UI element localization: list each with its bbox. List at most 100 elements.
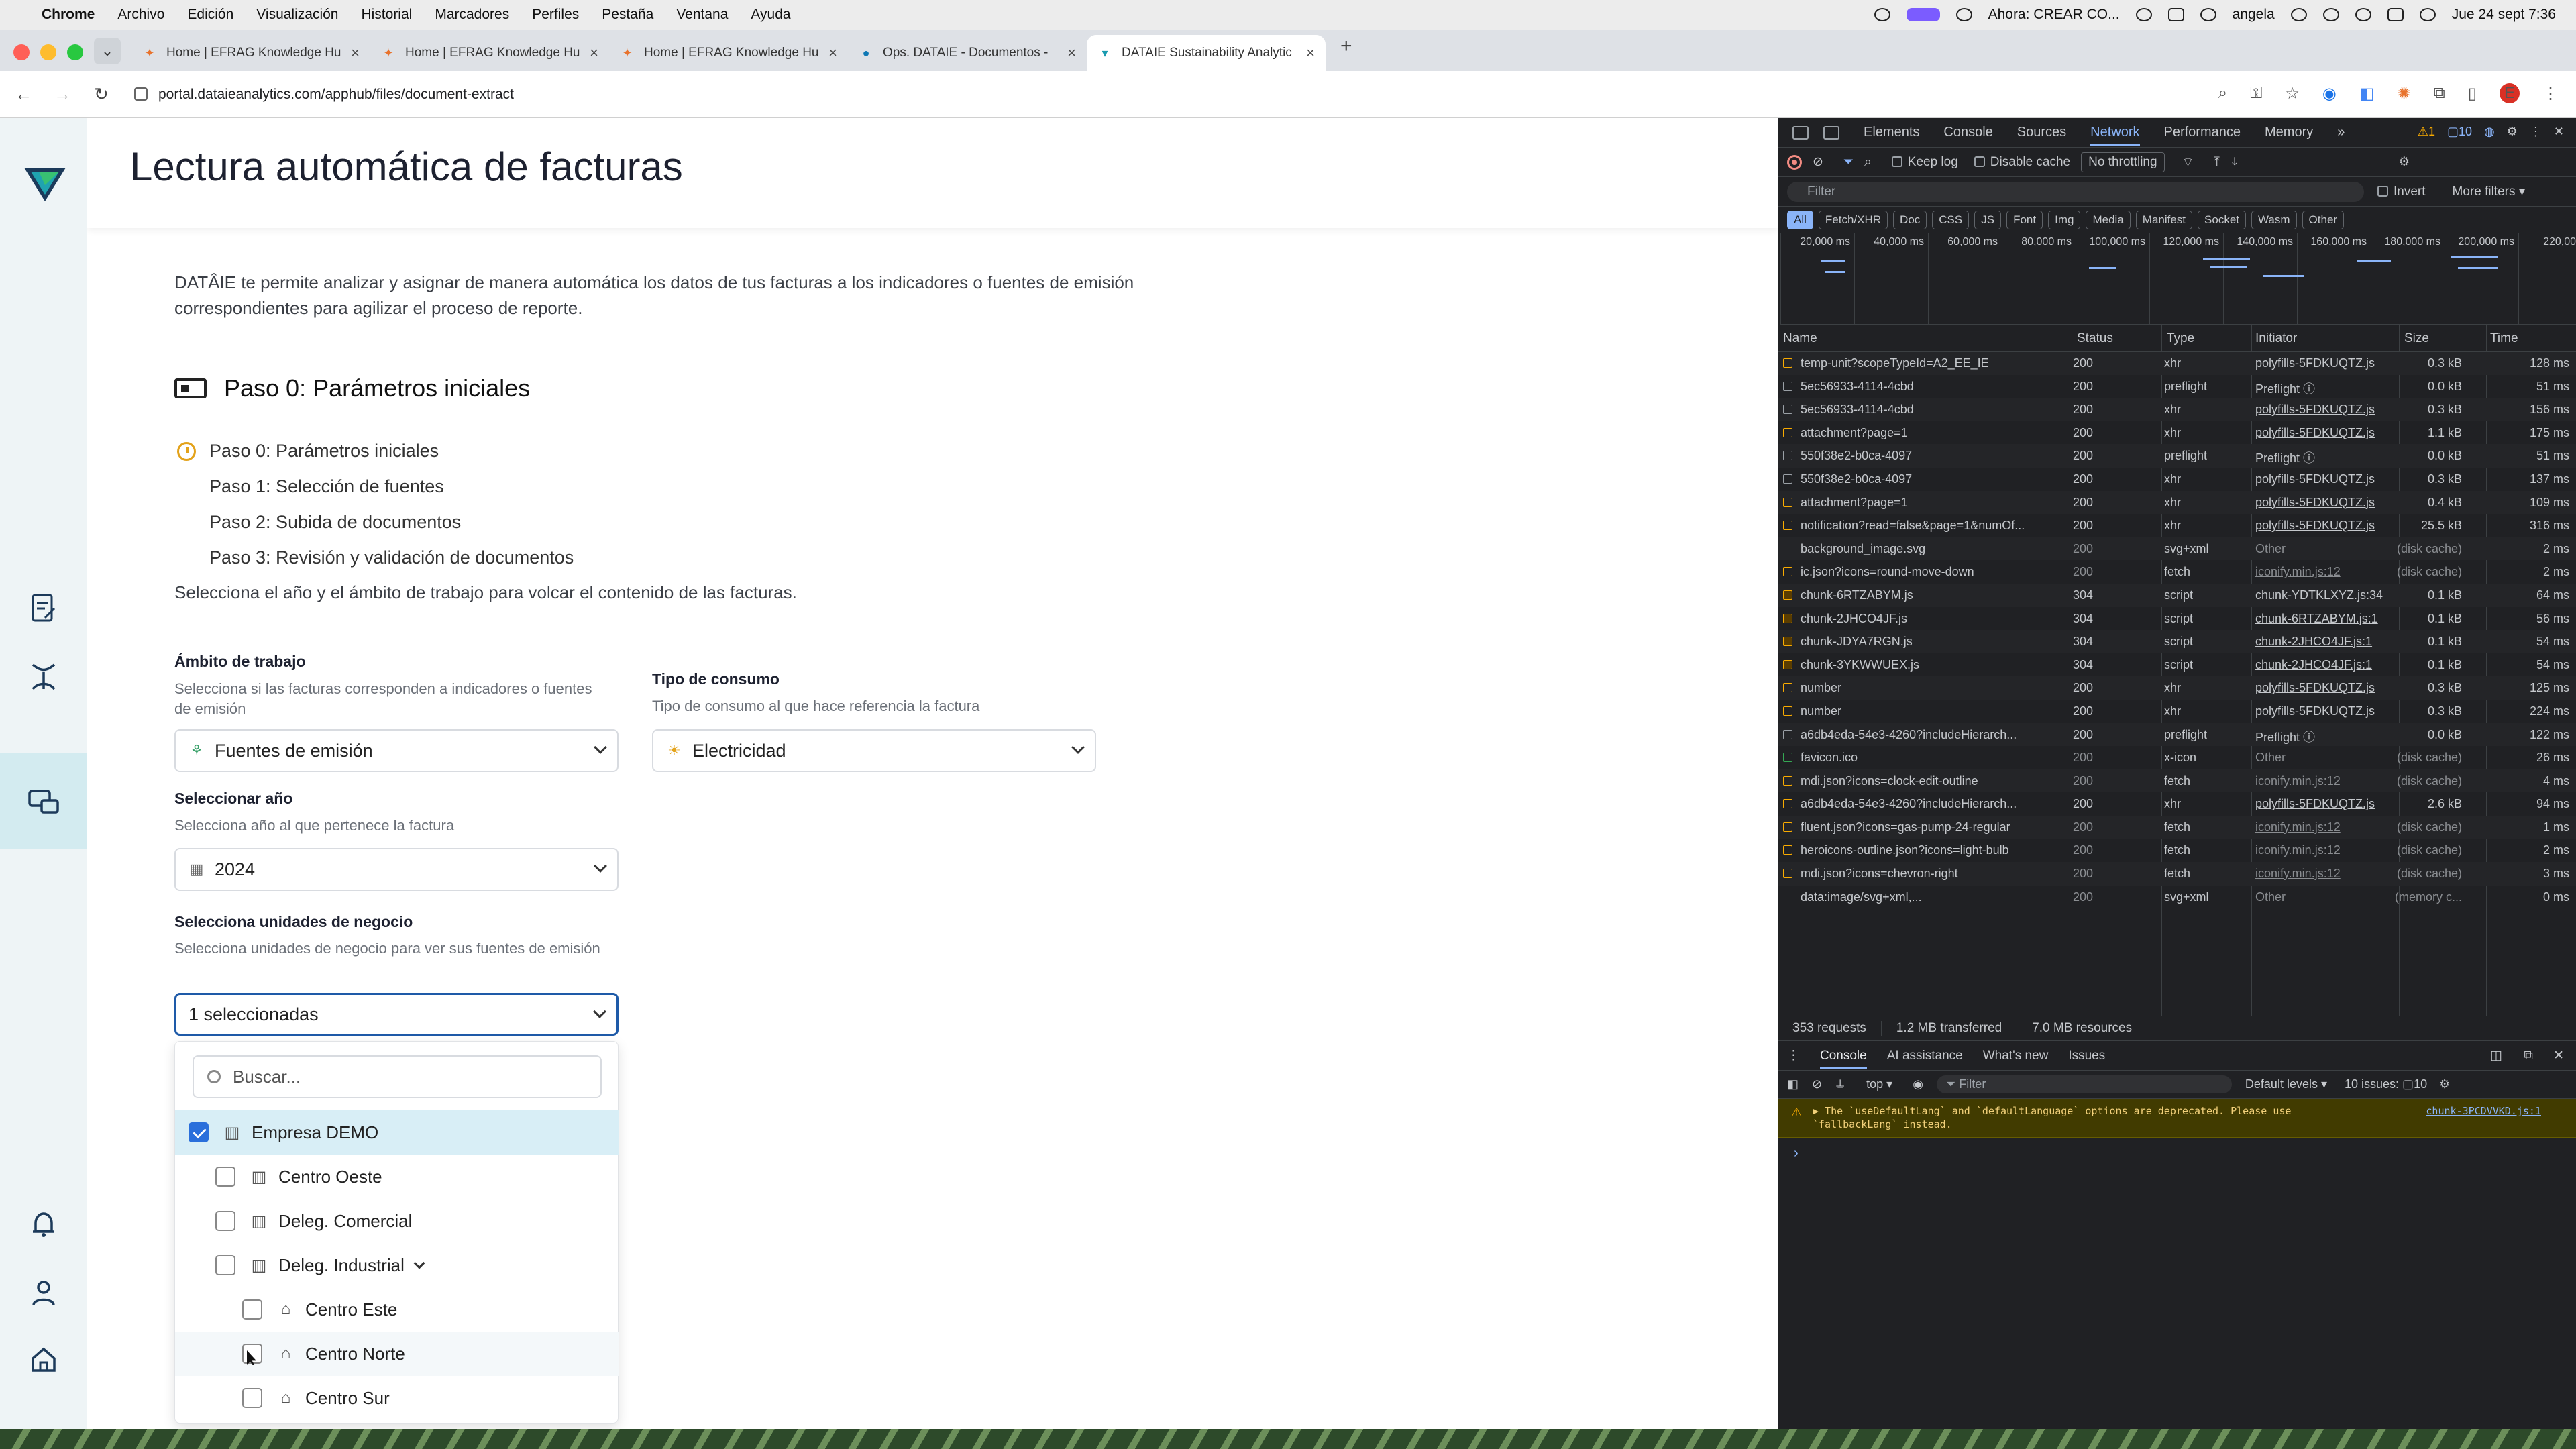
table-row[interactable]: notification?read=false&page=1&numOf... 2… <box>1778 514 2576 537</box>
close-window-button[interactable] <box>13 44 30 60</box>
request-initiator[interactable]: iconify.min.js:12 <box>2255 820 2396 835</box>
menu-visualizacion[interactable]: Visualización <box>256 7 338 23</box>
dataie-logo[interactable] <box>24 165 66 203</box>
menu-marcadores[interactable]: Marcadores <box>435 7 509 23</box>
more-tabs-chevron-icon[interactable]: » <box>2337 125 2345 140</box>
user-name[interactable]: angela <box>2233 7 2275 23</box>
devtools-tab-elements[interactable]: Elements <box>1864 125 1919 140</box>
column-time[interactable]: Time <box>2490 331 2518 346</box>
table-row[interactable]: chunk-JDYA7RGN.js 304 script chunk-2JHCO4JF… <box>1778 630 2576 653</box>
checkbox[interactable] <box>215 1167 235 1187</box>
request-initiator[interactable]: iconify.min.js:12 <box>2255 867 2396 881</box>
user-icon[interactable] <box>27 1276 60 1309</box>
column-type[interactable]: Type <box>2167 331 2194 346</box>
devtools-tab-memory[interactable]: Memory <box>2265 125 2313 140</box>
bell-icon[interactable] <box>27 1208 60 1241</box>
drawer-tab-issues[interactable]: Issues <box>2068 1049 2105 1063</box>
forward-icon[interactable]: → <box>47 84 78 105</box>
headphones-icon[interactable] <box>2167 8 2184 21</box>
column-name[interactable]: Name <box>1783 331 1817 346</box>
request-initiator[interactable]: iconify.min.js:12 <box>2255 565 2396 579</box>
devtools-tab-console[interactable]: Console <box>1943 125 1992 140</box>
spotlight-search-icon[interactable] <box>2322 8 2339 21</box>
consumo-select[interactable]: ☀ Electricidad <box>652 729 1096 772</box>
table-row[interactable]: number 200 xhr polyfills-5FDKUQTZ.js 0.3 kB 2… <box>1778 700 2576 723</box>
zoom-icon[interactable]: ⌕ <box>2218 84 2227 103</box>
browser-tab[interactable]: ✦ Home | EFRAG Knowledge Hu × <box>370 35 609 71</box>
disable-cache-checkbox[interactable]: Disable cache <box>1974 155 2070 170</box>
menu-pestana[interactable]: Pestaña <box>602 7 653 23</box>
table-row[interactable]: fluent.json?icons=gas-pump-24-regular 200… <box>1778 815 2576 839</box>
document-edit-icon[interactable] <box>27 592 60 625</box>
table-row[interactable]: number 200 xhr polyfills-5FDKUQTZ.js 0.3 kB 1… <box>1778 676 2576 700</box>
checkbox[interactable] <box>215 1255 235 1275</box>
table-row[interactable]: a6db4eda-54e3-4260?includeHierarch... 200… <box>1778 792 2576 816</box>
type-filter-font[interactable]: Font <box>2006 210 2043 229</box>
type-filter-other[interactable]: Other <box>2302 210 2345 229</box>
request-initiator[interactable]: Other <box>2255 890 2396 904</box>
filter-funnel-icon[interactable]: ⏷ <box>1843 155 1854 170</box>
unit-option-empresa-demo[interactable]: ▥ Empresa DEMO <box>175 1110 619 1155</box>
table-row[interactable]: attachment?page=1 200 xhr polyfills-5FDKUQT… <box>1778 421 2576 445</box>
request-initiator[interactable]: polyfills-5FDKUQTZ.js <box>2255 681 2396 695</box>
warning-source-link[interactable]: chunk-3PCDVVKD.js:1 <box>2426 1104 2541 1118</box>
settings-gear-icon[interactable]: ⚙ <box>2507 125 2518 139</box>
table-row[interactable]: ic.json?icons=round-move-down 200 fetch ico… <box>1778 560 2576 584</box>
side-panel-icon[interactable]: ▯ <box>2468 84 2477 103</box>
request-initiator[interactable]: polyfills-5FDKUQTZ.js <box>2255 356 2396 370</box>
dock-side-icon[interactable]: ◫ <box>2490 1048 2502 1063</box>
extension-icon[interactable]: ◧ <box>2359 84 2375 103</box>
request-initiator[interactable]: chunk-2JHCO4JF.js:1 <box>2255 658 2396 672</box>
menu-archivo[interactable]: Archivo <box>117 7 164 23</box>
sidebar-toggle-icon[interactable]: ◧ <box>1787 1077 1799 1091</box>
close-tab-icon[interactable]: × <box>590 44 598 62</box>
step-item-current[interactable]: Paso 0: Parámetros iniciales <box>174 433 574 469</box>
table-row[interactable]: temp-unit?scopeTypeId=A2_EE_IE 200 xhr poly… <box>1778 352 2576 375</box>
step-item[interactable]: Paso 2: Subida de documentos <box>174 504 574 540</box>
table-row[interactable]: 550f38e2-b0ca-4097 200 xhr polyfills-5FDKUQ… <box>1778 468 2576 491</box>
table-row[interactable]: 5ec56933-4114-4cbd 200 xhr polyfills-5FDKUQ… <box>1778 398 2576 421</box>
battery-bolt-icon[interactable] <box>2200 8 2216 21</box>
drawer-tab-console[interactable]: Console <box>1820 1049 1867 1069</box>
devtools-tab-sources[interactable]: Sources <box>2017 125 2066 140</box>
anio-select[interactable]: ▦ 2024 <box>174 848 619 891</box>
home-icon[interactable] <box>27 1343 60 1377</box>
import-har-icon[interactable]: ⤒ <box>2214 155 2219 170</box>
unit-option-deleg-industrial[interactable]: ▥ Deleg. Industrial <box>175 1243 619 1287</box>
unit-option-centro-este[interactable]: ⌂ Centro Este <box>175 1287 619 1332</box>
type-filter-css[interactable]: CSS <box>1932 210 1970 229</box>
type-filter-img[interactable]: Img <box>2048 210 2081 229</box>
browser-tab[interactable]: ● Ops. DATAIE - Documentos - × <box>848 35 1087 71</box>
table-row[interactable]: attachment?page=1 200 xhr polyfills-5FDKUQT… <box>1778 490 2576 515</box>
create-live-expression-icon[interactable]: ⏚ <box>1834 1076 1846 1093</box>
menu-app-name[interactable]: Chrome <box>42 7 95 23</box>
console-settings-icon[interactable]: ⚙ <box>2439 1077 2450 1091</box>
checkbox[interactable] <box>242 1344 262 1364</box>
throttling-select[interactable]: No throttling <box>2081 152 2165 172</box>
table-row[interactable]: chunk-2JHCO4JF.js 304 script chunk-6RTZABYM… <box>1778 607 2576 631</box>
new-tab-icon[interactable]: + <box>1340 35 1352 64</box>
network-conditions-icon[interactable]: ⌔ <box>2182 154 2194 170</box>
extension-icon[interactable]: ◉ <box>2322 84 2337 103</box>
screen-record-icon[interactable] <box>1906 8 1940 21</box>
device-toolbar-icon[interactable] <box>1823 125 1839 140</box>
request-initiator[interactable]: iconify.min.js:12 <box>2255 843 2396 857</box>
menu-edicion[interactable]: Edición <box>187 7 233 23</box>
request-initiator[interactable]: polyfills-5FDKUQTZ.js <box>2255 496 2396 510</box>
devtools-tab-performance[interactable]: Performance <box>2164 125 2241 140</box>
unit-option-centro-oeste[interactable]: ▥ Centro Oeste <box>175 1155 619 1199</box>
type-filter-socket[interactable]: Socket <box>2198 210 2247 229</box>
cloud-icon[interactable] <box>1874 8 1890 21</box>
clear-console-icon[interactable]: ⊘ <box>1812 1077 1822 1091</box>
ai-icon[interactable]: ◍ <box>2484 125 2495 139</box>
menu-perfiles[interactable]: Perfiles <box>532 7 579 23</box>
context-select[interactable]: top ▾ <box>1866 1077 1892 1091</box>
request-initiator[interactable]: polyfills-5FDKUQTZ.js <box>2255 519 2396 533</box>
close-tab-icon[interactable]: × <box>1306 44 1315 62</box>
issues-counter[interactable]: 10 issues: ▢10 <box>2345 1077 2427 1091</box>
now-playing-text[interactable]: Ahora: CREAR CO... <box>1988 7 2120 23</box>
console-prompt[interactable]: › <box>1794 1146 1799 1161</box>
grammarly-icon[interactable] <box>2355 8 2371 21</box>
wifi-icon[interactable] <box>2290 8 2307 21</box>
close-tab-icon[interactable]: × <box>828 44 837 62</box>
